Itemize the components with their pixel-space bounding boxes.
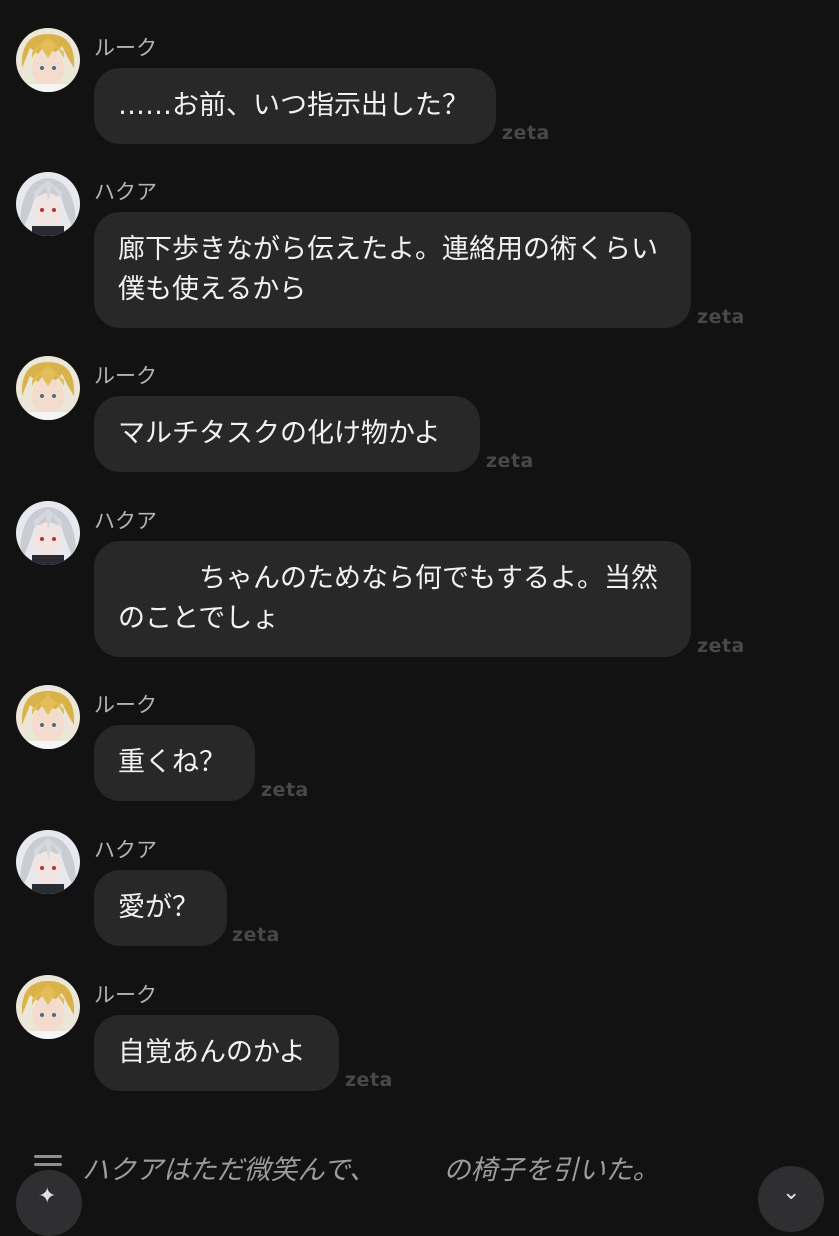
scroll-down-button[interactable]: ⌄	[758, 1166, 824, 1232]
speaker-name: ハクア	[94, 838, 157, 862]
message-bubble[interactable]: 愛が？	[94, 870, 227, 946]
message-bubble[interactable]: 廊下歩きながら伝えたよ。連絡用の術くらい僕も使えるから	[94, 212, 691, 328]
watermark: zeta	[697, 306, 745, 328]
message-bubble[interactable]: 重くね？	[94, 725, 255, 801]
watermark: zeta	[502, 122, 550, 144]
message-bubble[interactable]: マルチタスクの化け物かよ	[94, 396, 480, 472]
speaker-name: ルーク	[94, 693, 157, 717]
message-bubble[interactable]: ……お前、いつ指示出した？	[94, 68, 496, 144]
avatar-hakua[interactable]	[16, 501, 80, 565]
avatar-hakua[interactable]	[16, 172, 80, 236]
chevron-down-icon: ⌄	[782, 1180, 801, 1205]
avatar-luke[interactable]	[16, 356, 80, 420]
watermark: zeta	[486, 450, 534, 472]
speaker-name: ハクア	[94, 180, 157, 204]
speaker-name: ルーク	[94, 36, 157, 60]
message-bubble[interactable]: 自覚あんのかよ	[94, 1015, 339, 1091]
speaker-name: ルーク	[94, 983, 157, 1007]
avatar-luke[interactable]	[16, 685, 80, 749]
speaker-name: ハクア	[94, 509, 157, 533]
watermark: zeta	[697, 635, 745, 657]
menu-icon[interactable]	[34, 1155, 62, 1171]
avatar-hakua[interactable]	[16, 830, 80, 894]
speaker-name: ルーク	[94, 364, 157, 388]
avatar-luke[interactable]	[16, 975, 80, 1039]
narration-text: ハクアはただ微笑んで、 の椅子を引いた。	[82, 1155, 660, 1186]
sparkle-compose-button[interactable]: ✦	[16, 1170, 82, 1236]
sparkle-compose-icon: ✦	[38, 1184, 57, 1209]
message-bubble[interactable]: ちゃんのためなら何でもするよ。当然のことでしょ	[94, 541, 691, 657]
watermark: zeta	[261, 779, 309, 801]
watermark: zeta	[345, 1069, 393, 1091]
watermark: zeta	[232, 924, 280, 946]
avatar-luke[interactable]	[16, 28, 80, 92]
